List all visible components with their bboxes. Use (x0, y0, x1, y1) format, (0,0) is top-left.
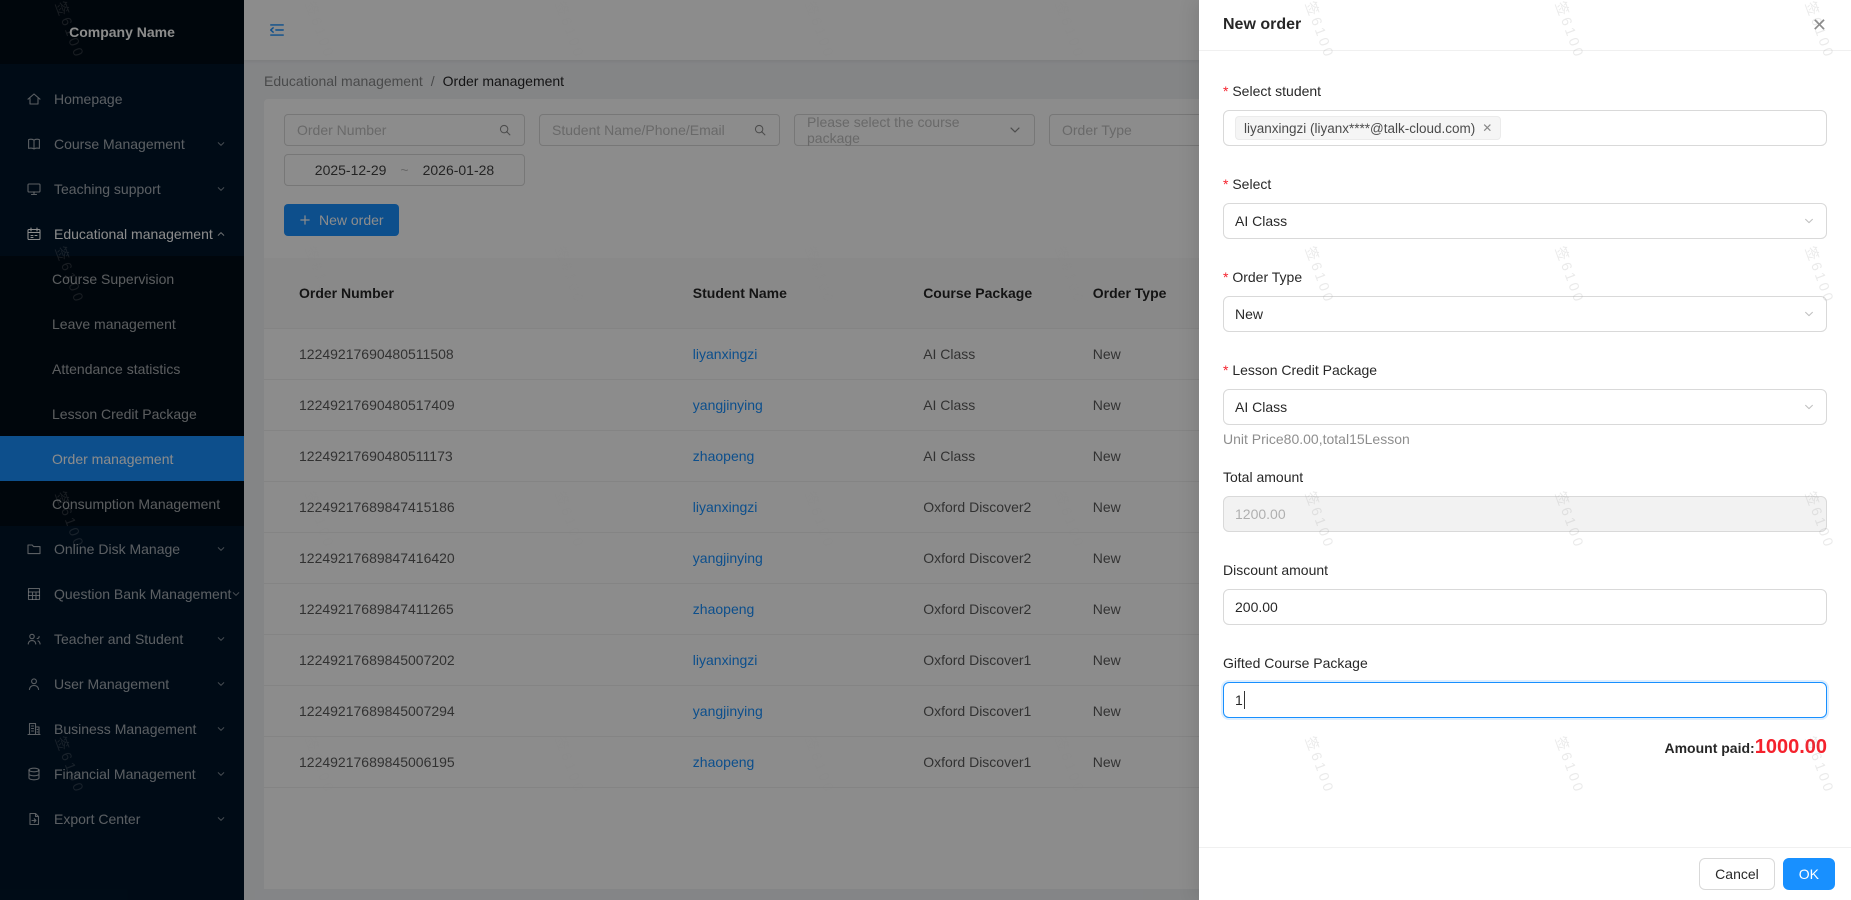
gifted-course-package-input[interactable]: 1 (1223, 682, 1827, 718)
total-amount-input: 1200.00 (1223, 496, 1827, 532)
gifted-course-package-label: Gifted Course Package (1223, 653, 1827, 673)
form-item-total-amount: Total amount 1200.00 (1223, 467, 1827, 532)
drawer-footer: Cancel OK (1199, 847, 1851, 900)
order-type-value: New (1235, 306, 1263, 322)
gifted-course-package-value: 1 (1235, 692, 1243, 708)
tag-close-icon[interactable]: ✕ (1482, 121, 1492, 135)
form-item-order-type: Order Type New (1223, 267, 1827, 332)
amount-paid-row: Amount paid:1000.00 (1223, 736, 1827, 759)
select-student-label: Select student (1223, 81, 1827, 101)
amount-paid-value: 1000.00 (1755, 736, 1827, 758)
form-item-lesson-credit-package: Lesson Credit Package AI Class Unit Pric… (1223, 360, 1827, 447)
class-select-label: Select (1223, 174, 1827, 194)
lesson-credit-package-label: Lesson Credit Package (1223, 360, 1827, 380)
form-item-gifted-course-package: Gifted Course Package 1 (1223, 653, 1827, 718)
order-type-label: Order Type (1223, 267, 1827, 287)
close-icon[interactable]: ✕ (1812, 16, 1827, 34)
select-student-input[interactable]: liyanxingzi (liyanx****@talk-cloud.com) … (1223, 110, 1827, 146)
lesson-credit-package-value: AI Class (1235, 399, 1287, 415)
form-item-discount-amount: Discount amount 200.00 (1223, 560, 1827, 625)
class-select-value: AI Class (1235, 213, 1287, 229)
unit-price-helper: Unit Price80.00,total15Lesson (1223, 431, 1827, 447)
total-amount-value: 1200.00 (1235, 506, 1286, 522)
cancel-button[interactable]: Cancel (1699, 858, 1775, 890)
class-select[interactable]: AI Class (1223, 203, 1827, 239)
discount-amount-label: Discount amount (1223, 560, 1827, 580)
drawer-body: Select student liyanxingzi (liyanx****@t… (1199, 51, 1851, 847)
order-type-select-drawer[interactable]: New (1223, 296, 1827, 332)
student-tag-label: liyanxingzi (liyanx****@talk-cloud.com) (1244, 121, 1475, 136)
drawer-title: New order (1223, 16, 1301, 34)
chevron-down-icon (1803, 215, 1815, 227)
discount-amount-value: 200.00 (1235, 599, 1278, 615)
form-item-select-student: Select student liyanxingzi (liyanx****@t… (1223, 81, 1827, 146)
total-amount-label: Total amount (1223, 467, 1827, 487)
chevron-down-icon (1803, 401, 1815, 413)
ok-button[interactable]: OK (1783, 858, 1835, 890)
student-tag: liyanxingzi (liyanx****@talk-cloud.com) … (1235, 116, 1501, 140)
new-order-drawer: New order ✕ Select student liyanxingzi (… (1199, 0, 1851, 900)
chevron-down-icon (1803, 308, 1815, 320)
discount-amount-input[interactable]: 200.00 (1223, 589, 1827, 625)
drawer-header: New order ✕ (1199, 0, 1851, 51)
form-item-class-select: Select AI Class (1223, 174, 1827, 239)
text-cursor (1244, 691, 1245, 709)
lesson-credit-package-select[interactable]: AI Class (1223, 389, 1827, 425)
amount-paid-label: Amount paid: (1664, 740, 1754, 756)
